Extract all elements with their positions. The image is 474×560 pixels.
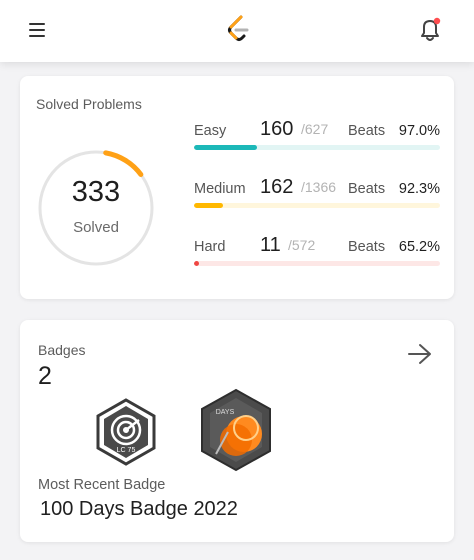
beats-label: Beats — [348, 181, 386, 197]
beats-label: Beats — [348, 239, 386, 255]
total-count: /627 — [301, 121, 329, 137]
solved-count: 162 — [260, 176, 294, 198]
difficulty-row-medium: Medium 162 /1366 Beats 92.3% — [194, 174, 440, 208]
badges-card[interactable]: Badges 2 LC 75 DAYS Most Recent Badge 10… — [20, 320, 454, 542]
solved-count: 11 — [260, 234, 281, 256]
progress-fill — [194, 261, 199, 266]
progress-track — [194, 145, 440, 150]
difficulty-row-easy: Easy 160 /627 Beats 97.0% — [194, 116, 440, 150]
badges-title: Badges — [38, 342, 86, 358]
top-bar — [0, 0, 474, 62]
progress-track — [194, 203, 440, 208]
beats-percent: 97.0% — [398, 123, 440, 139]
bell-icon[interactable] — [416, 16, 444, 44]
arrow-right-icon[interactable] — [406, 342, 434, 366]
difficulty-label: Easy — [194, 123, 227, 139]
notification-dot — [433, 17, 441, 25]
most-recent-badge-name: 100 Days Badge 2022 — [40, 498, 238, 520]
progress-fill — [194, 145, 257, 150]
days-badge-label: DAYS — [216, 409, 235, 416]
beats-percent: 65.2% — [398, 239, 440, 255]
solved-total: 333 — [71, 176, 121, 208]
difficulty-label: Hard — [194, 239, 226, 255]
badges-count: 2 — [38, 362, 52, 390]
lc75-badge-label: LC 75 — [117, 447, 136, 454]
hamburger-menu-icon[interactable] — [28, 20, 48, 40]
100-days-badge-icon[interactable]: DAYS — [198, 388, 274, 472]
progress-fill — [194, 203, 224, 208]
solved-problems-title: Solved Problems — [36, 96, 142, 112]
most-recent-badge-label: Most Recent Badge — [38, 477, 166, 493]
difficulty-label: Medium — [194, 181, 246, 197]
lc75-badge-icon[interactable]: LC 75 — [95, 398, 157, 466]
total-count: /572 — [288, 237, 316, 253]
difficulty-row-hard: Hard 11 /572 Beats 65.2% — [194, 232, 440, 266]
solved-problems-card: Solved Problems 333 Solved Easy 160 /627… — [20, 76, 454, 299]
total-count: /1366 — [301, 179, 337, 195]
progress-track — [194, 261, 440, 266]
beats-percent: 92.3% — [398, 181, 440, 197]
leetcode-logo-icon[interactable] — [224, 14, 252, 46]
solved-count: 160 — [260, 118, 294, 140]
beats-label: Beats — [348, 123, 386, 139]
solved-total-label: Solved — [73, 219, 119, 236]
